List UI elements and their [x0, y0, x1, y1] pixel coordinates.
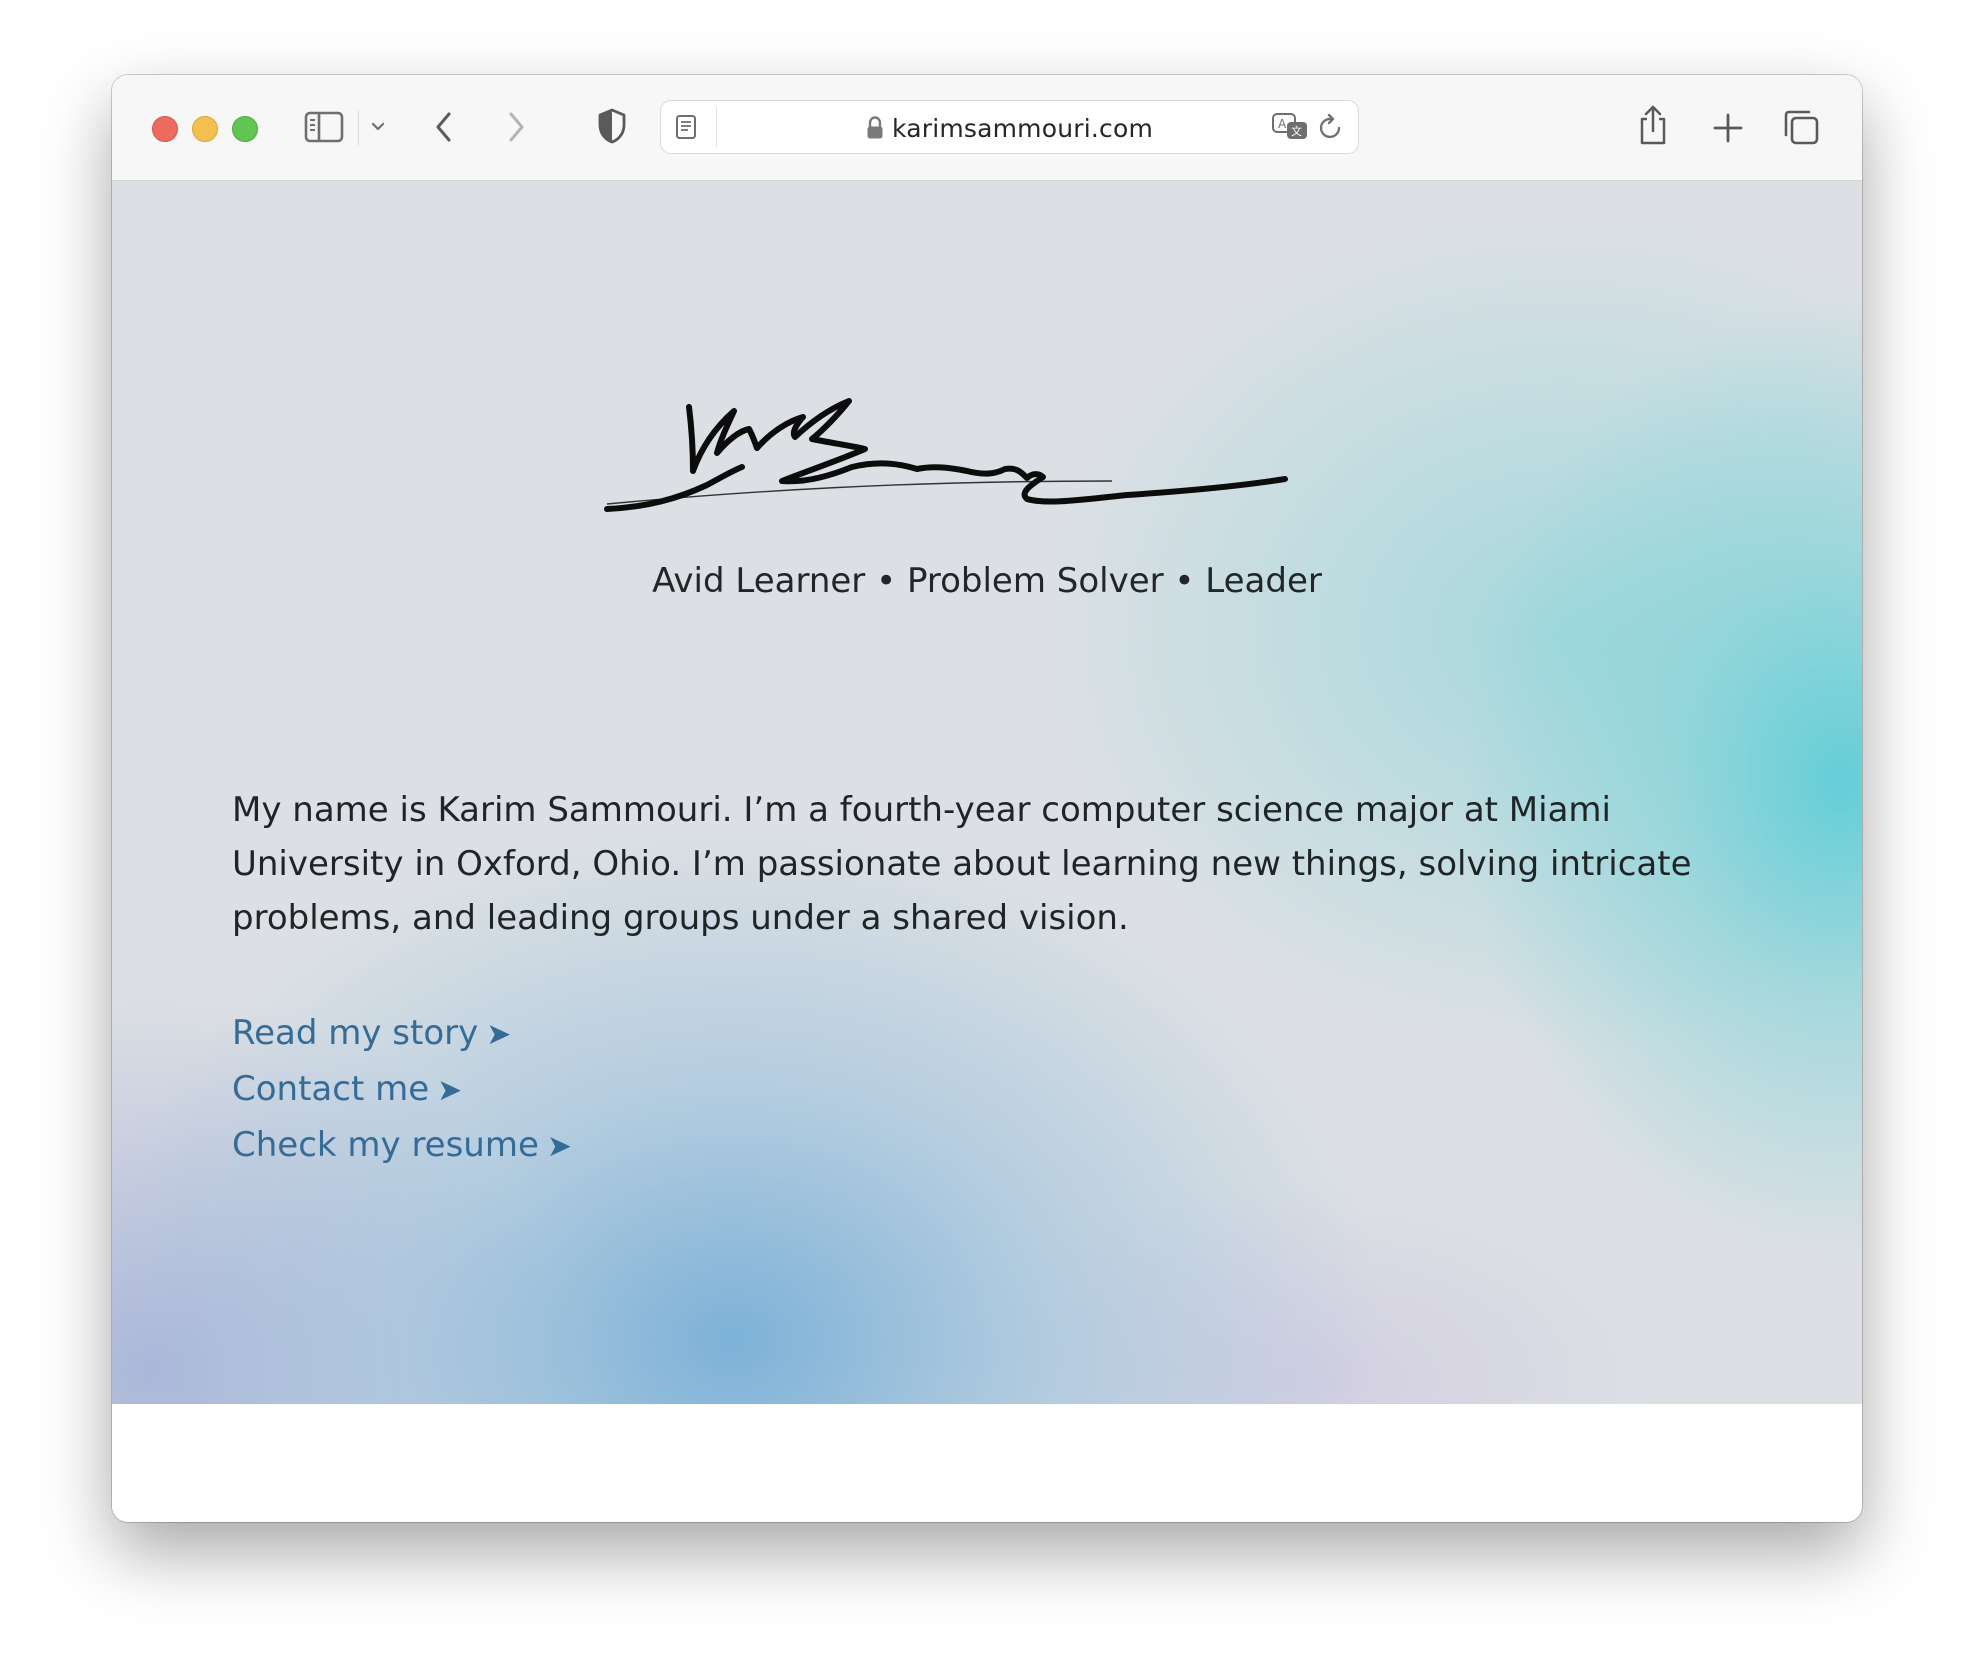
check-my-resume-label: Check my resume — [232, 1125, 539, 1165]
signature-logo — [604, 398, 1288, 512]
read-my-story-link[interactable]: Read my story ➤ — [232, 1006, 572, 1062]
svg-text:文: 文 — [1291, 124, 1302, 138]
url-label: karimsammouri.com — [891, 114, 1154, 143]
forward-arrow-icon[interactable] — [504, 110, 528, 144]
browser-window: karimsammouri.com A 文 Avid Learner • Pro… — [112, 75, 1862, 1522]
new-tab-plus-icon[interactable] — [1712, 112, 1744, 144]
contact-me-label: Contact me — [232, 1069, 430, 1109]
arrow-right-icon: ➤ — [437, 1073, 463, 1108]
address-bar[interactable]: karimsammouri.com A 文 — [660, 100, 1359, 154]
check-my-resume-link[interactable]: Check my resume ➤ — [232, 1118, 572, 1174]
contact-me-link[interactable]: Contact me ➤ — [232, 1062, 572, 1118]
arrow-right-icon: ➤ — [486, 1017, 512, 1052]
link-list: Read my story ➤ Contact me ➤ Check my resu… — [232, 1006, 572, 1174]
sidebar-icon[interactable] — [304, 110, 344, 144]
close-window-button[interactable] — [152, 116, 178, 142]
maximize-window-button[interactable] — [232, 116, 258, 142]
share-icon[interactable] — [1636, 103, 1670, 147]
arrow-right-icon: ➤ — [546, 1129, 573, 1164]
toolbar-divider — [358, 111, 359, 145]
svg-text:A: A — [1278, 117, 1287, 131]
bio-paragraph: My name is Karim Sammouri. I’m a fourth-… — [232, 790, 1692, 938]
reload-icon[interactable] — [1318, 113, 1344, 141]
read-my-story-label: Read my story — [232, 1013, 479, 1053]
back-arrow-icon[interactable] — [432, 110, 456, 144]
browser-toolbar: karimsammouri.com A 文 — [112, 75, 1862, 181]
page-footer-blank — [112, 1404, 1862, 1522]
tagline: Avid Learner • Problem Solver • Leader — [652, 561, 1322, 601]
lock-icon — [867, 116, 883, 139]
minimize-window-button[interactable] — [192, 116, 218, 142]
tab-overview-icon[interactable] — [1782, 108, 1820, 146]
webpage-content: Avid Learner • Problem Solver • Leader M… — [112, 181, 1862, 1404]
chevron-down-icon[interactable] — [370, 119, 386, 135]
privacy-shield-icon[interactable] — [596, 107, 628, 145]
url-text[interactable]: karimsammouri.com — [661, 114, 1358, 143]
translate-icon[interactable]: A 文 — [1271, 112, 1309, 142]
